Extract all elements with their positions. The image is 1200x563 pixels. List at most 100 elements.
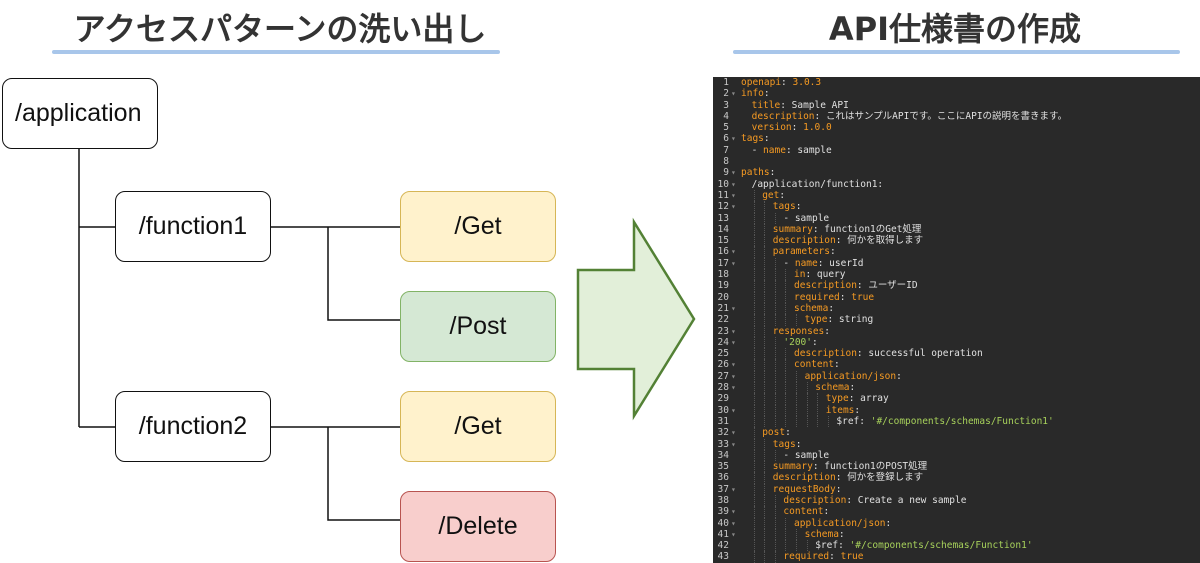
line-number: 5 [723, 122, 729, 134]
fold-marker-icon[interactable]: ▾ [731, 88, 736, 99]
yaml-value: : successful operation [856, 348, 983, 360]
indent-guide [753, 246, 755, 258]
yaml-key: version [751, 122, 792, 134]
line-number: 32 [717, 427, 729, 439]
yaml-key: true [840, 551, 864, 563]
yaml-value: /application/function1: [751, 178, 884, 190]
indent-guide [753, 212, 755, 224]
yaml-key: requestBody [772, 483, 836, 495]
indent-guide [764, 528, 766, 541]
indent-guide [796, 404, 797, 416]
fold-marker-icon[interactable]: ▾ [731, 326, 736, 337]
fold-marker-icon[interactable]: ▾ [731, 518, 736, 529]
yaml-key: application/json [804, 370, 897, 382]
indent-guide [774, 382, 776, 394]
code-line: 9 ▾ paths: [713, 167, 1200, 178]
code-text: requestBody: [773, 484, 842, 495]
line-number: 15 [717, 235, 729, 247]
fold-marker-icon[interactable]: ▾ [731, 506, 736, 517]
code-text: type: array [826, 393, 889, 404]
yaml-key: post [762, 427, 786, 439]
indent-guide [764, 540, 766, 552]
fold-marker-icon[interactable]: ▾ [731, 246, 736, 257]
indent-guide [806, 382, 808, 394]
node-function2-delete: /Delete [400, 491, 556, 562]
fold-marker-icon[interactable]: ▾ [731, 529, 736, 540]
yaml-value: : Sample API [780, 99, 849, 111]
code-line: 39 ▾ content: [713, 506, 1200, 518]
code-line: 23 ▾ responses: [713, 325, 1200, 337]
code-line: 7 - name: sample [713, 145, 1200, 156]
indent-guide [774, 506, 776, 518]
code-text: required: true [794, 292, 874, 303]
fold-marker-icon[interactable]: ▾ [731, 405, 736, 416]
indent-guide [764, 393, 766, 405]
yaml-key: items [825, 404, 855, 416]
indent-guide [774, 393, 776, 405]
indent-guide [796, 393, 797, 405]
line-number: 14 [717, 223, 729, 235]
line-number: 27 [717, 370, 729, 382]
indent-guide [774, 449, 776, 462]
fold-marker-icon[interactable]: ▾ [731, 303, 736, 314]
code-text: items: [826, 405, 860, 416]
fold-marker-icon[interactable]: ▾ [731, 133, 736, 144]
yaml-value: : [824, 325, 831, 337]
indent-guide [785, 517, 787, 529]
yaml-value: : [791, 122, 804, 134]
fold-marker-icon[interactable]: ▾ [731, 427, 736, 438]
yaml-key: in [794, 269, 806, 281]
indent-guide [764, 494, 766, 507]
code-line: 27 ▾ application/json: [713, 370, 1200, 383]
indent-guide [785, 280, 787, 292]
code-text: - name: sample [752, 145, 832, 156]
right-heading: API仕様書の作成 [828, 10, 1082, 48]
code-line: 15 description: 何かを取得します [713, 235, 1200, 247]
code-text: schema: [815, 382, 855, 393]
fold-marker-icon[interactable]: ▾ [731, 179, 736, 190]
indent-guide [774, 257, 776, 270]
fold-marker-icon[interactable]: ▾ [731, 359, 736, 370]
fold-marker-icon[interactable]: ▾ [731, 167, 736, 178]
line-number: 2 [723, 88, 729, 100]
yaml-value: : [835, 483, 842, 495]
yaml-key: true [851, 291, 875, 303]
yaml-value: : [834, 359, 840, 371]
node-function1: /function1 [115, 191, 271, 262]
line-number: 35 [717, 461, 729, 473]
yaml-value: - [783, 257, 795, 269]
code-line: 34 - sample [713, 449, 1200, 462]
fold-marker-icon[interactable]: ▾ [731, 484, 736, 495]
fold-marker-icon[interactable]: ▾ [731, 382, 736, 393]
code-line: 5 version: 1.0.0 [713, 122, 1200, 133]
line-number: 25 [717, 348, 729, 360]
yaml-value: : [763, 133, 770, 145]
fold-marker-icon[interactable]: ▾ [731, 337, 736, 348]
fold-marker-icon[interactable]: ▾ [731, 371, 736, 382]
code-text: - name: userId [783, 258, 863, 269]
code-line: 26 ▾ content: [713, 359, 1200, 371]
indent-guide [796, 314, 797, 326]
yaml-value: : [885, 517, 892, 529]
fold-marker-icon[interactable]: ▾ [731, 258, 736, 269]
indent-guide [764, 438, 766, 450]
indent-guide [764, 201, 766, 213]
yaml-value: : 何かを取得します [835, 235, 924, 247]
line-number: 33 [717, 438, 729, 450]
code-text: - sample [783, 213, 829, 224]
yaml-value: $ref: [836, 415, 871, 427]
yaml-key: required [783, 551, 830, 563]
indent-guide [753, 483, 755, 495]
fold-marker-icon[interactable]: ▾ [731, 201, 736, 212]
code-line: 37 ▾ requestBody: [713, 483, 1200, 495]
indent-guide [806, 393, 808, 405]
indent-guide [764, 461, 766, 473]
fold-marker-icon[interactable]: ▾ [731, 190, 736, 201]
indent-guide [753, 269, 755, 281]
fold-marker-icon[interactable]: ▾ [731, 439, 736, 450]
yaml-value: : [838, 528, 845, 540]
indent-guide [785, 404, 787, 416]
line-number: 10 [717, 178, 729, 190]
indent-guide [785, 382, 787, 394]
yaml-key: name [794, 257, 818, 269]
